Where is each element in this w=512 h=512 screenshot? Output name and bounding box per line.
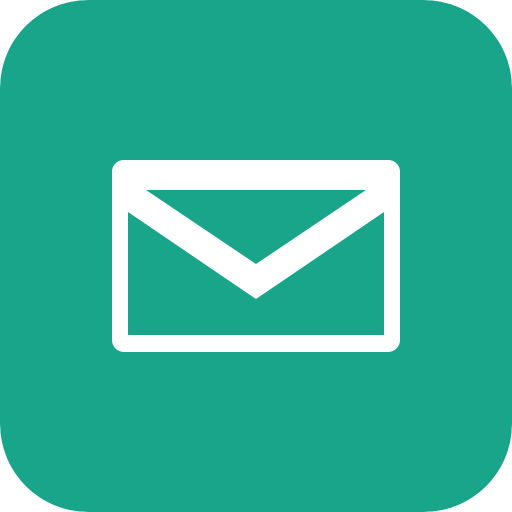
- mail-app-icon[interactable]: [0, 0, 512, 512]
- mail-icon: [0, 0, 512, 512]
- envelope-top-band: [112, 160, 400, 190]
